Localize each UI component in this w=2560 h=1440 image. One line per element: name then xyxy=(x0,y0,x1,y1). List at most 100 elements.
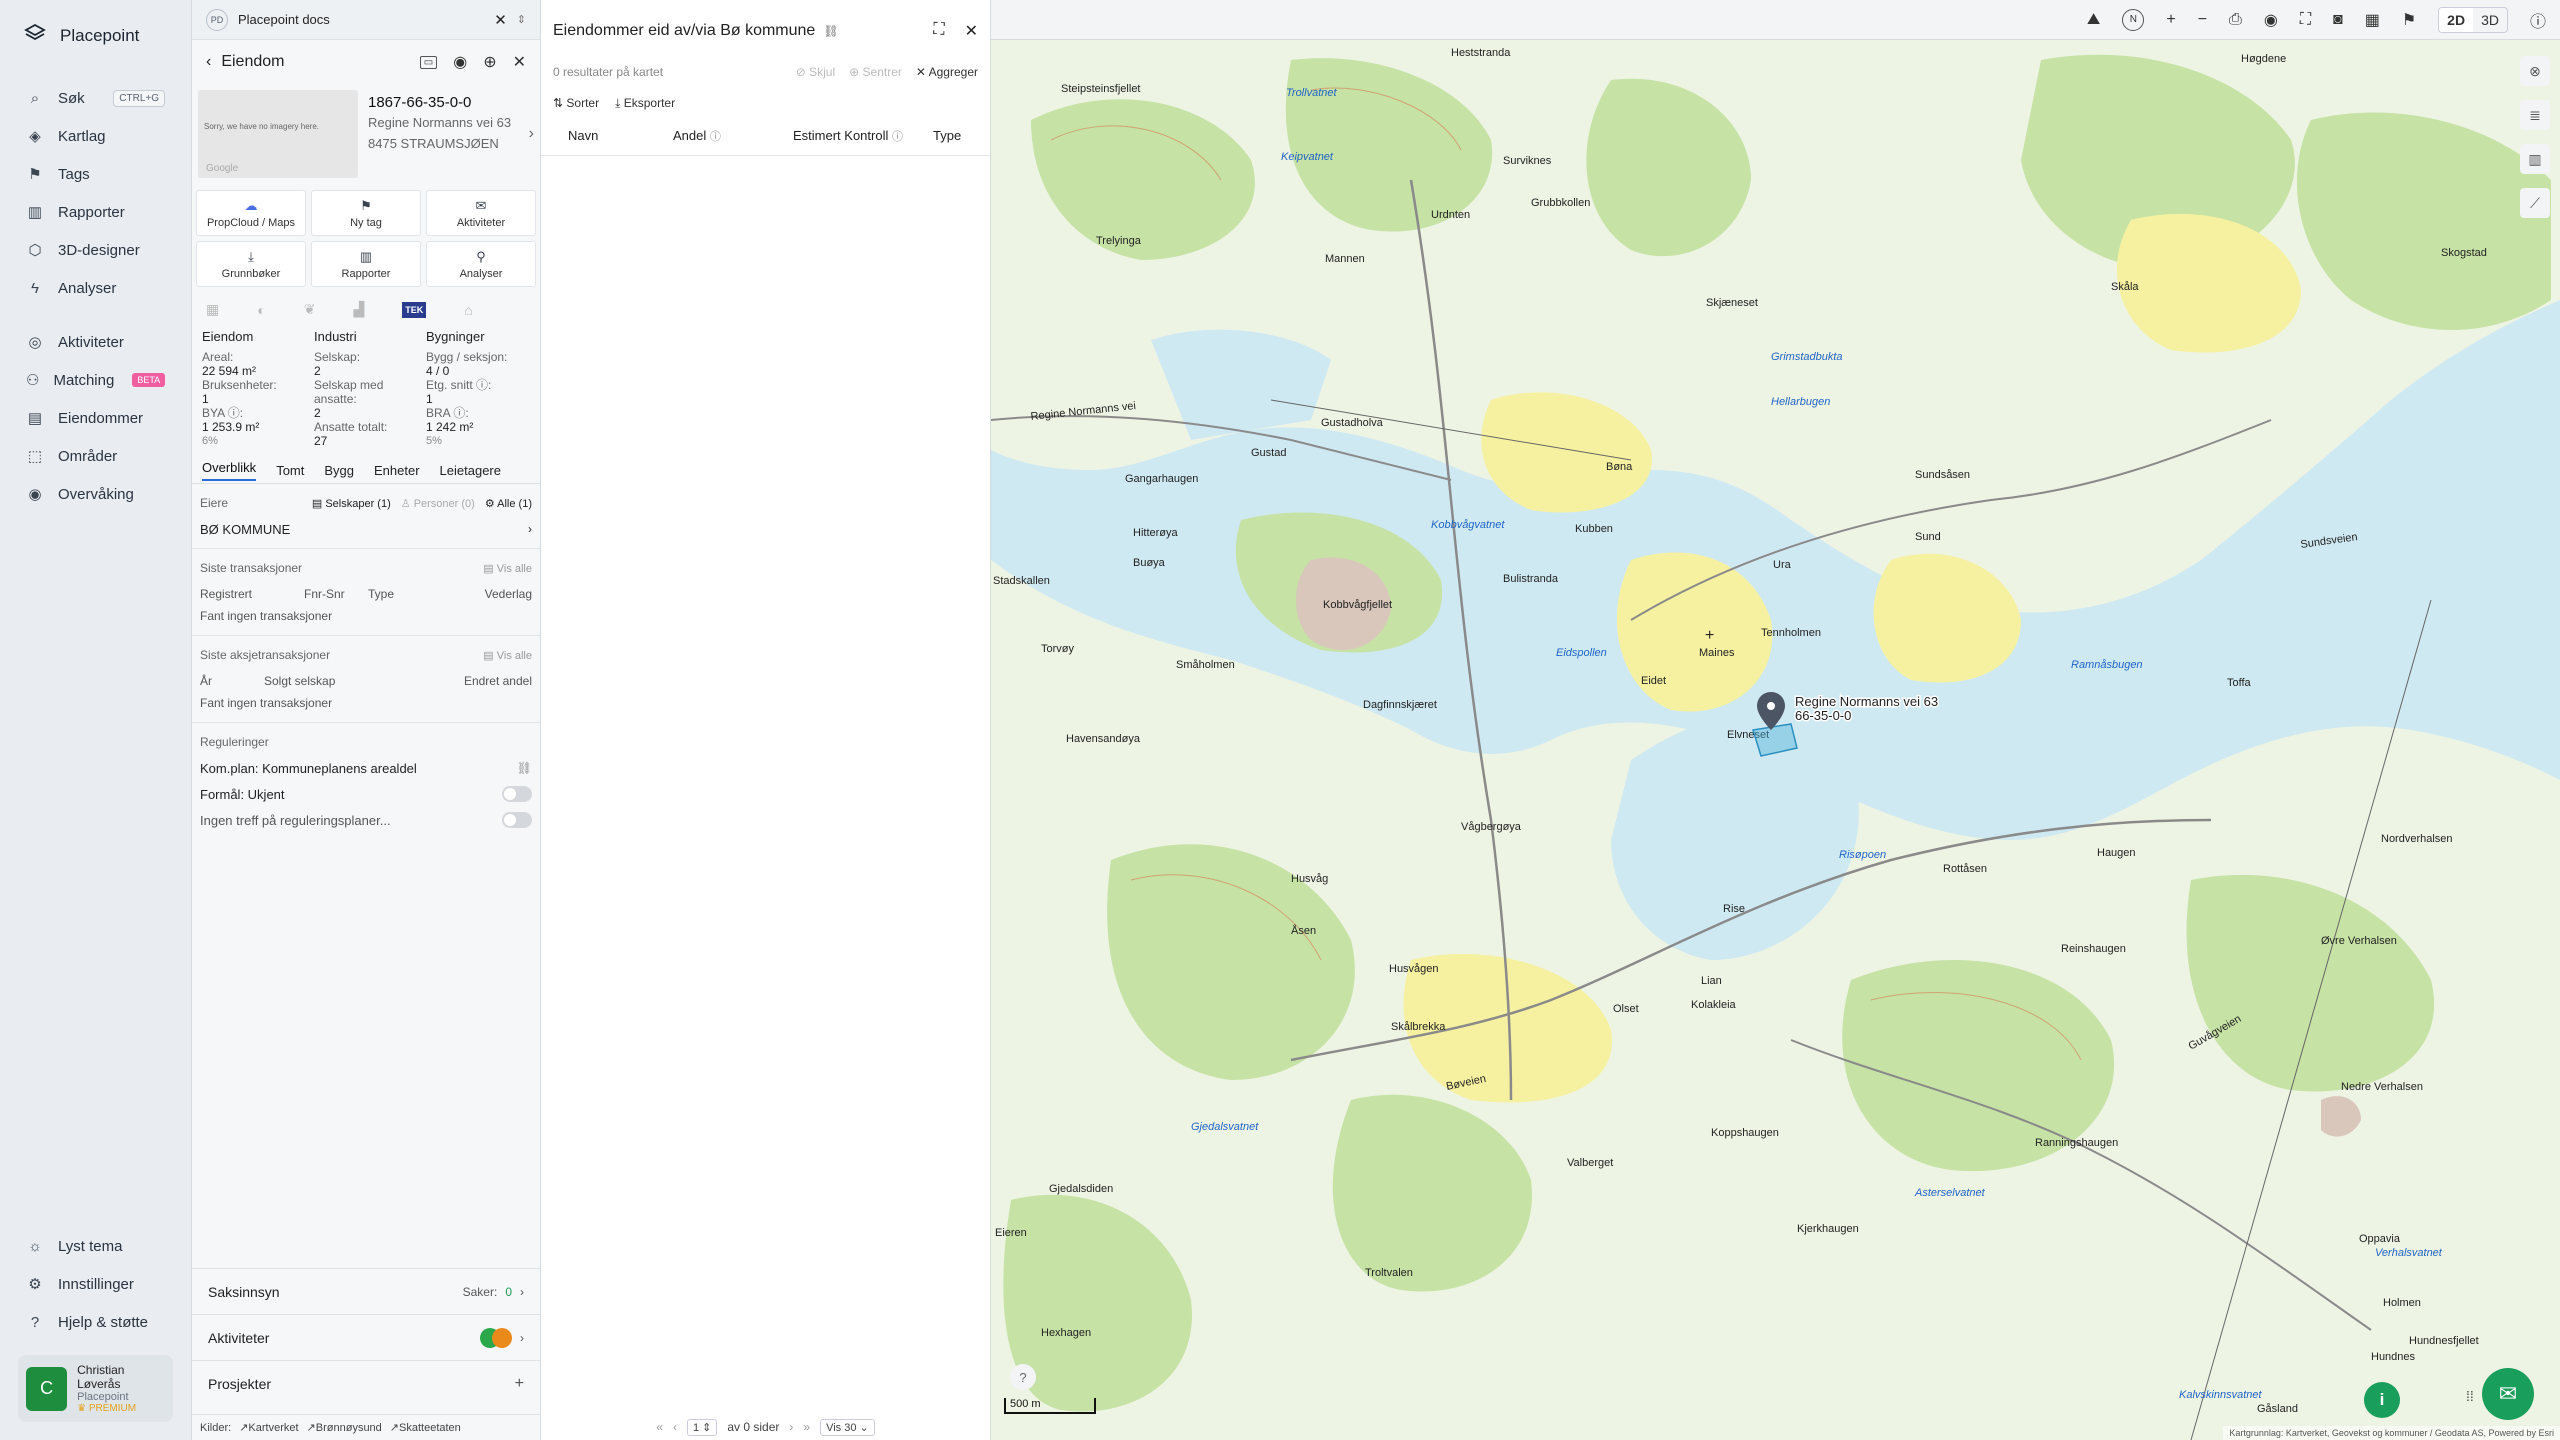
plant-icon[interactable]: ❦ xyxy=(304,301,316,318)
brand[interactable]: Placepoint xyxy=(0,0,191,71)
camera-icon[interactable]: ◙ xyxy=(2333,11,2343,29)
chat-button[interactable]: ✉ xyxy=(2482,1368,2534,1420)
tab-tomt[interactable]: Tomt xyxy=(276,463,304,478)
nav-item-lyst-tema[interactable]: ☼ Lyst tema xyxy=(0,1227,191,1265)
terrain-icon[interactable]: ⛰ xyxy=(2087,11,2100,29)
filter-personer[interactable]: ♙ Personer (0) xyxy=(401,497,475,510)
nav-item-3d-designer[interactable]: ⬡ 3D-designer xyxy=(0,231,191,269)
nav-item-aktiviteter[interactable]: ◎ Aktiviteter xyxy=(0,323,191,361)
map-canvas[interactable]: Steipsteinsfjellet Heststranda Høgdene T… xyxy=(991,0,2560,1440)
tab-overblikk[interactable]: Overblikk xyxy=(202,460,257,481)
nav-item-matching[interactable]: ⚇ Matching BETA xyxy=(0,361,191,399)
column-header-navn[interactable]: Navn xyxy=(553,128,673,143)
filter-alle[interactable]: ⚙ Alle (1) xyxy=(485,497,532,510)
expand-icon[interactable]: ⛶ xyxy=(933,21,944,41)
mode-2d-button[interactable]: 2D xyxy=(2439,7,2474,32)
page-input[interactable]: 1 ⇕ xyxy=(686,1418,718,1436)
rapporter-button[interactable]: ▥ Rapporter xyxy=(311,241,421,287)
tab-bygg[interactable]: Bygg xyxy=(324,463,354,478)
aktiviteter-button[interactable]: ✉ Aktiviteter xyxy=(426,190,536,236)
street-view-thumbnail[interactable]: Sorry, we have no imagery here. Google xyxy=(198,90,358,178)
page-size-select[interactable]: Vis 30 ⌄ xyxy=(820,1418,875,1436)
saksinnsyn-row[interactable]: Saksinnsyn Saker: 0 › xyxy=(192,1268,540,1314)
zoom-in-button[interactable]: + xyxy=(2166,11,2175,29)
owner-row[interactable]: BØ KOMMUNE › xyxy=(200,518,532,540)
info-icon[interactable]: ⓘ xyxy=(2530,8,2546,32)
drag-handle-icon[interactable]: ⁞⁞ xyxy=(2466,1388,2474,1404)
prev-page-icon[interactable]: ‹ xyxy=(673,1420,677,1434)
formal-toggle[interactable] xyxy=(502,786,532,802)
nav-item-innstillinger[interactable]: ⚙ Innstillinger xyxy=(0,1265,191,1303)
back-icon[interactable]: ‹ xyxy=(206,53,211,71)
nav-item-kartlag[interactable]: ◈ Kartlag xyxy=(0,117,191,155)
plans-toggle[interactable] xyxy=(502,812,532,828)
chevron-right-icon[interactable]: › xyxy=(529,125,534,143)
zoom-out-button[interactable]: − xyxy=(2198,11,2207,29)
workspace-tab[interactable]: PD Placepoint docs ✕ ⇕ xyxy=(192,0,540,40)
vis-alle-link[interactable]: ▤ Vis alle xyxy=(483,562,532,575)
first-page-icon[interactable]: « xyxy=(656,1420,663,1434)
tab-enheter[interactable]: Enheter xyxy=(374,463,420,478)
export-button[interactable]: ⤓ Eksporter xyxy=(615,96,675,111)
nav-item-sok[interactable]: ⌕ Søk CTRL+G xyxy=(0,79,191,117)
info-button[interactable]: i xyxy=(2364,1382,2400,1418)
house-icon[interactable]: ⌂ xyxy=(464,302,472,318)
vis-alle-link[interactable]: ▤ Vis alle xyxy=(483,649,532,662)
chart-icon[interactable]: ▥ xyxy=(2520,144,2550,174)
nav-item-rapporter[interactable]: ▥ Rapporter xyxy=(0,193,191,231)
link-icon[interactable]: ⛓ xyxy=(823,24,838,38)
measure-icon[interactable]: ⟋ xyxy=(2520,188,2550,218)
aktiviteter-row[interactable]: Aktiviteter › xyxy=(192,1314,540,1360)
plus-icon[interactable]: + xyxy=(515,1375,524,1393)
layers-grid-icon[interactable]: ▦ xyxy=(2365,10,2380,30)
close-icon[interactable]: ✕ xyxy=(965,21,978,41)
sort-button[interactable]: ⇅ Sorter xyxy=(553,96,599,110)
user-card[interactable]: C Christian Løverås Placepoint ♛ PREMIUM xyxy=(18,1355,173,1422)
nav-item-hjelp[interactable]: ? Hjelp & støtte xyxy=(0,1303,191,1341)
nav-item-tags[interactable]: ⚑ Tags xyxy=(0,155,191,193)
nav-item-eiendommer[interactable]: ▤ Eiendommer xyxy=(0,399,191,437)
nav-item-overvaking[interactable]: ◉ Overvåking xyxy=(0,475,191,513)
column-header-type[interactable]: Type xyxy=(933,128,961,143)
globe-icon[interactable]: ◐ xyxy=(257,302,265,318)
mode-3d-button[interactable]: 3D xyxy=(2473,8,2507,32)
source-link[interactable]: ↗Brønnøysund xyxy=(307,1421,382,1434)
tek-badge[interactable]: TEK xyxy=(402,301,427,318)
filter-selskaper[interactable]: ▤ Selskaper (1) xyxy=(312,497,391,510)
stack-icon[interactable]: ≣ xyxy=(2520,100,2550,130)
property-info[interactable]: 1867-66-35-0-0 Regine Normanns vei 63 84… xyxy=(368,90,519,178)
aggregate-button[interactable]: ✕ Aggreger xyxy=(916,65,978,79)
center-button[interactable]: ⊕ Sentrer xyxy=(849,65,902,79)
bookmark-icon[interactable]: ⚑ xyxy=(2402,10,2416,30)
topographic-map[interactable]: Steipsteinsfjellet Heststranda Høgdene T… xyxy=(991,0,2560,1440)
next-page-icon[interactable]: › xyxy=(789,1420,793,1434)
grid-icon[interactable]: ▦ xyxy=(206,301,219,318)
close-icon[interactable]: ✕ xyxy=(513,52,526,72)
eye-icon[interactable]: ◉ xyxy=(453,52,467,72)
crosshair-icon[interactable]: ⊕ xyxy=(483,52,496,72)
eye-icon[interactable]: ◉ xyxy=(2264,10,2278,30)
satellite-icon[interactable]: ⊗ xyxy=(2520,56,2550,86)
source-link[interactable]: ↗Skatteetaten xyxy=(390,1421,461,1434)
nav-item-omrader[interactable]: ⬚ Områder xyxy=(0,437,191,475)
ny-tag-button[interactable]: ⚑ Ny tag xyxy=(311,190,421,236)
analyser-button[interactable]: ⚲ Analyser xyxy=(426,241,536,287)
link-icon[interactable]: ⛓ xyxy=(517,761,532,775)
hide-button[interactable]: ⊘ Skjul xyxy=(796,65,835,79)
compass-north-button[interactable]: N xyxy=(2122,8,2145,31)
fullscreen-icon[interactable]: ⛶ xyxy=(2300,11,2311,29)
print-icon[interactable]: ⎙ xyxy=(2229,11,2242,29)
tab-leietagere[interactable]: Leietagere xyxy=(440,463,501,478)
nav-item-analyser[interactable]: ϟ Analyser xyxy=(0,269,191,307)
id-card-icon[interactable]: ▭ xyxy=(419,55,438,69)
grunnboker-button[interactable]: ⤓ Grunnbøker xyxy=(196,241,306,287)
map-help-button[interactable]: ? xyxy=(1010,1364,1036,1390)
prosjekter-row[interactable]: Prosjekter + xyxy=(192,1360,540,1406)
column-header-kontroll[interactable]: Estimert Kontroll ⓘ xyxy=(793,128,933,144)
column-header-andel[interactable]: Andel ⓘ xyxy=(673,128,793,144)
last-page-icon[interactable]: » xyxy=(803,1420,810,1434)
source-link[interactable]: ↗Kartverket xyxy=(239,1421,298,1434)
close-icon[interactable]: ✕ xyxy=(494,11,507,29)
bars-icon[interactable]: ▟ xyxy=(353,301,364,318)
propcloud-button[interactable]: ☁ PropCloud / Maps xyxy=(196,190,306,236)
